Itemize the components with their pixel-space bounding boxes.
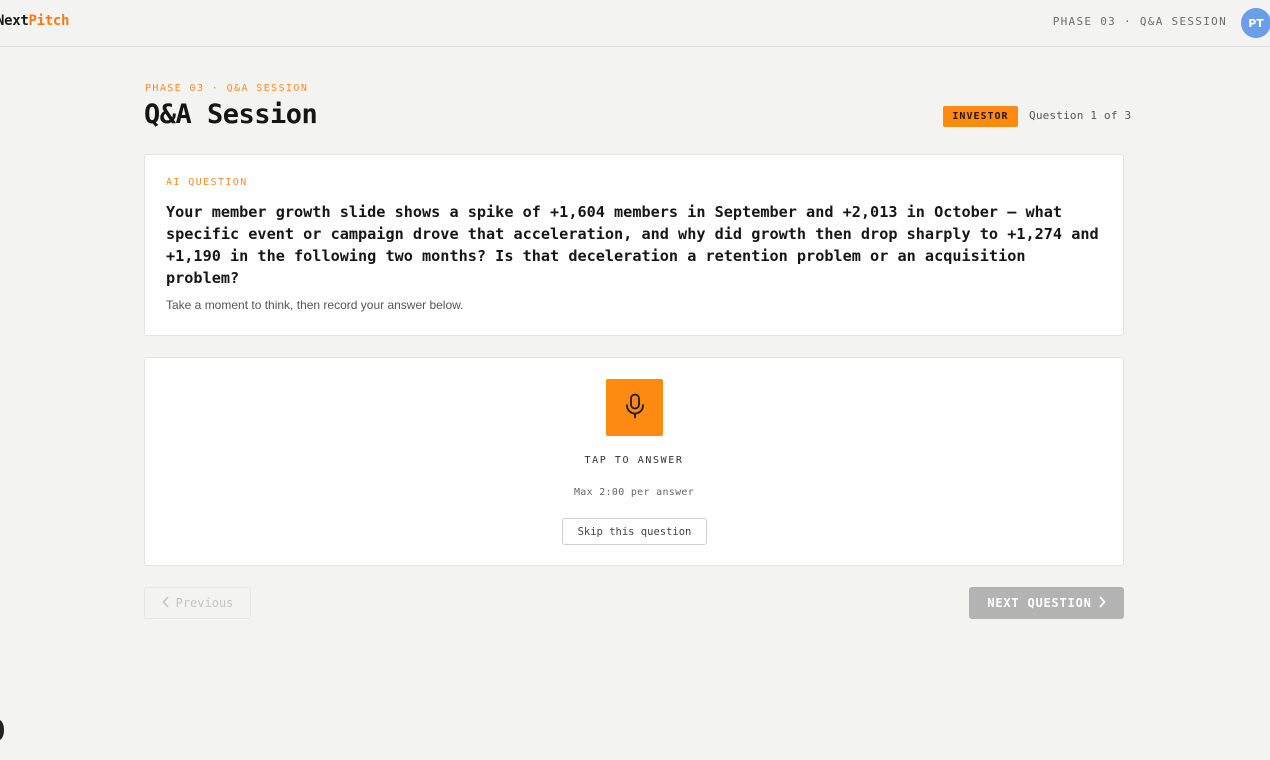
next-question-button[interactable]: NEXT QUESTION <box>969 587 1124 619</box>
question-label: AI QUESTION <box>166 177 248 188</box>
brand-name-part1: Next <box>0 13 29 29</box>
previous-label: Previous <box>175 596 234 610</box>
microphone-icon <box>624 393 646 423</box>
max-duration-label: Max 2:00 per answer <box>573 487 695 498</box>
top-bar: NextPitch PHASE 03 · Q&A SESSION <box>0 0 1270 47</box>
next-label: NEXT QUESTION <box>987 596 1092 610</box>
phase-eyebrow: PHASE 03 · Q&A SESSION <box>145 83 309 94</box>
role-badge: INVESTOR <box>943 106 1018 127</box>
question-card: AI QUESTION Your member growth slide sho… <box>144 154 1124 336</box>
floating-widget-handle[interactable] <box>0 720 4 740</box>
chevron-left-icon <box>162 595 170 611</box>
brand-name-part2: Pitch <box>28 13 70 29</box>
page-title: Q&A Session <box>144 99 318 130</box>
tap-to-answer-label: TAP TO ANSWER <box>584 455 684 466</box>
chevron-right-icon <box>1098 595 1106 611</box>
avatar[interactable]: PT <box>1241 8 1270 38</box>
record-answer-button[interactable] <box>606 379 663 436</box>
question-text: Your member growth slide shows a spike o… <box>166 203 1099 287</box>
previous-button[interactable]: Previous <box>144 587 251 619</box>
answer-card: TAP TO ANSWER Max 2:00 per answer Skip t… <box>144 357 1124 566</box>
question-counter: Question 1 of 3 <box>1029 109 1132 122</box>
brand-logo[interactable]: NextPitch <box>0 13 69 29</box>
skip-question-button[interactable]: Skip this question <box>562 518 707 545</box>
question-hint: Take a moment to think, then record your… <box>166 298 464 312</box>
top-phase-label: PHASE 03 · Q&A SESSION <box>1052 15 1227 28</box>
